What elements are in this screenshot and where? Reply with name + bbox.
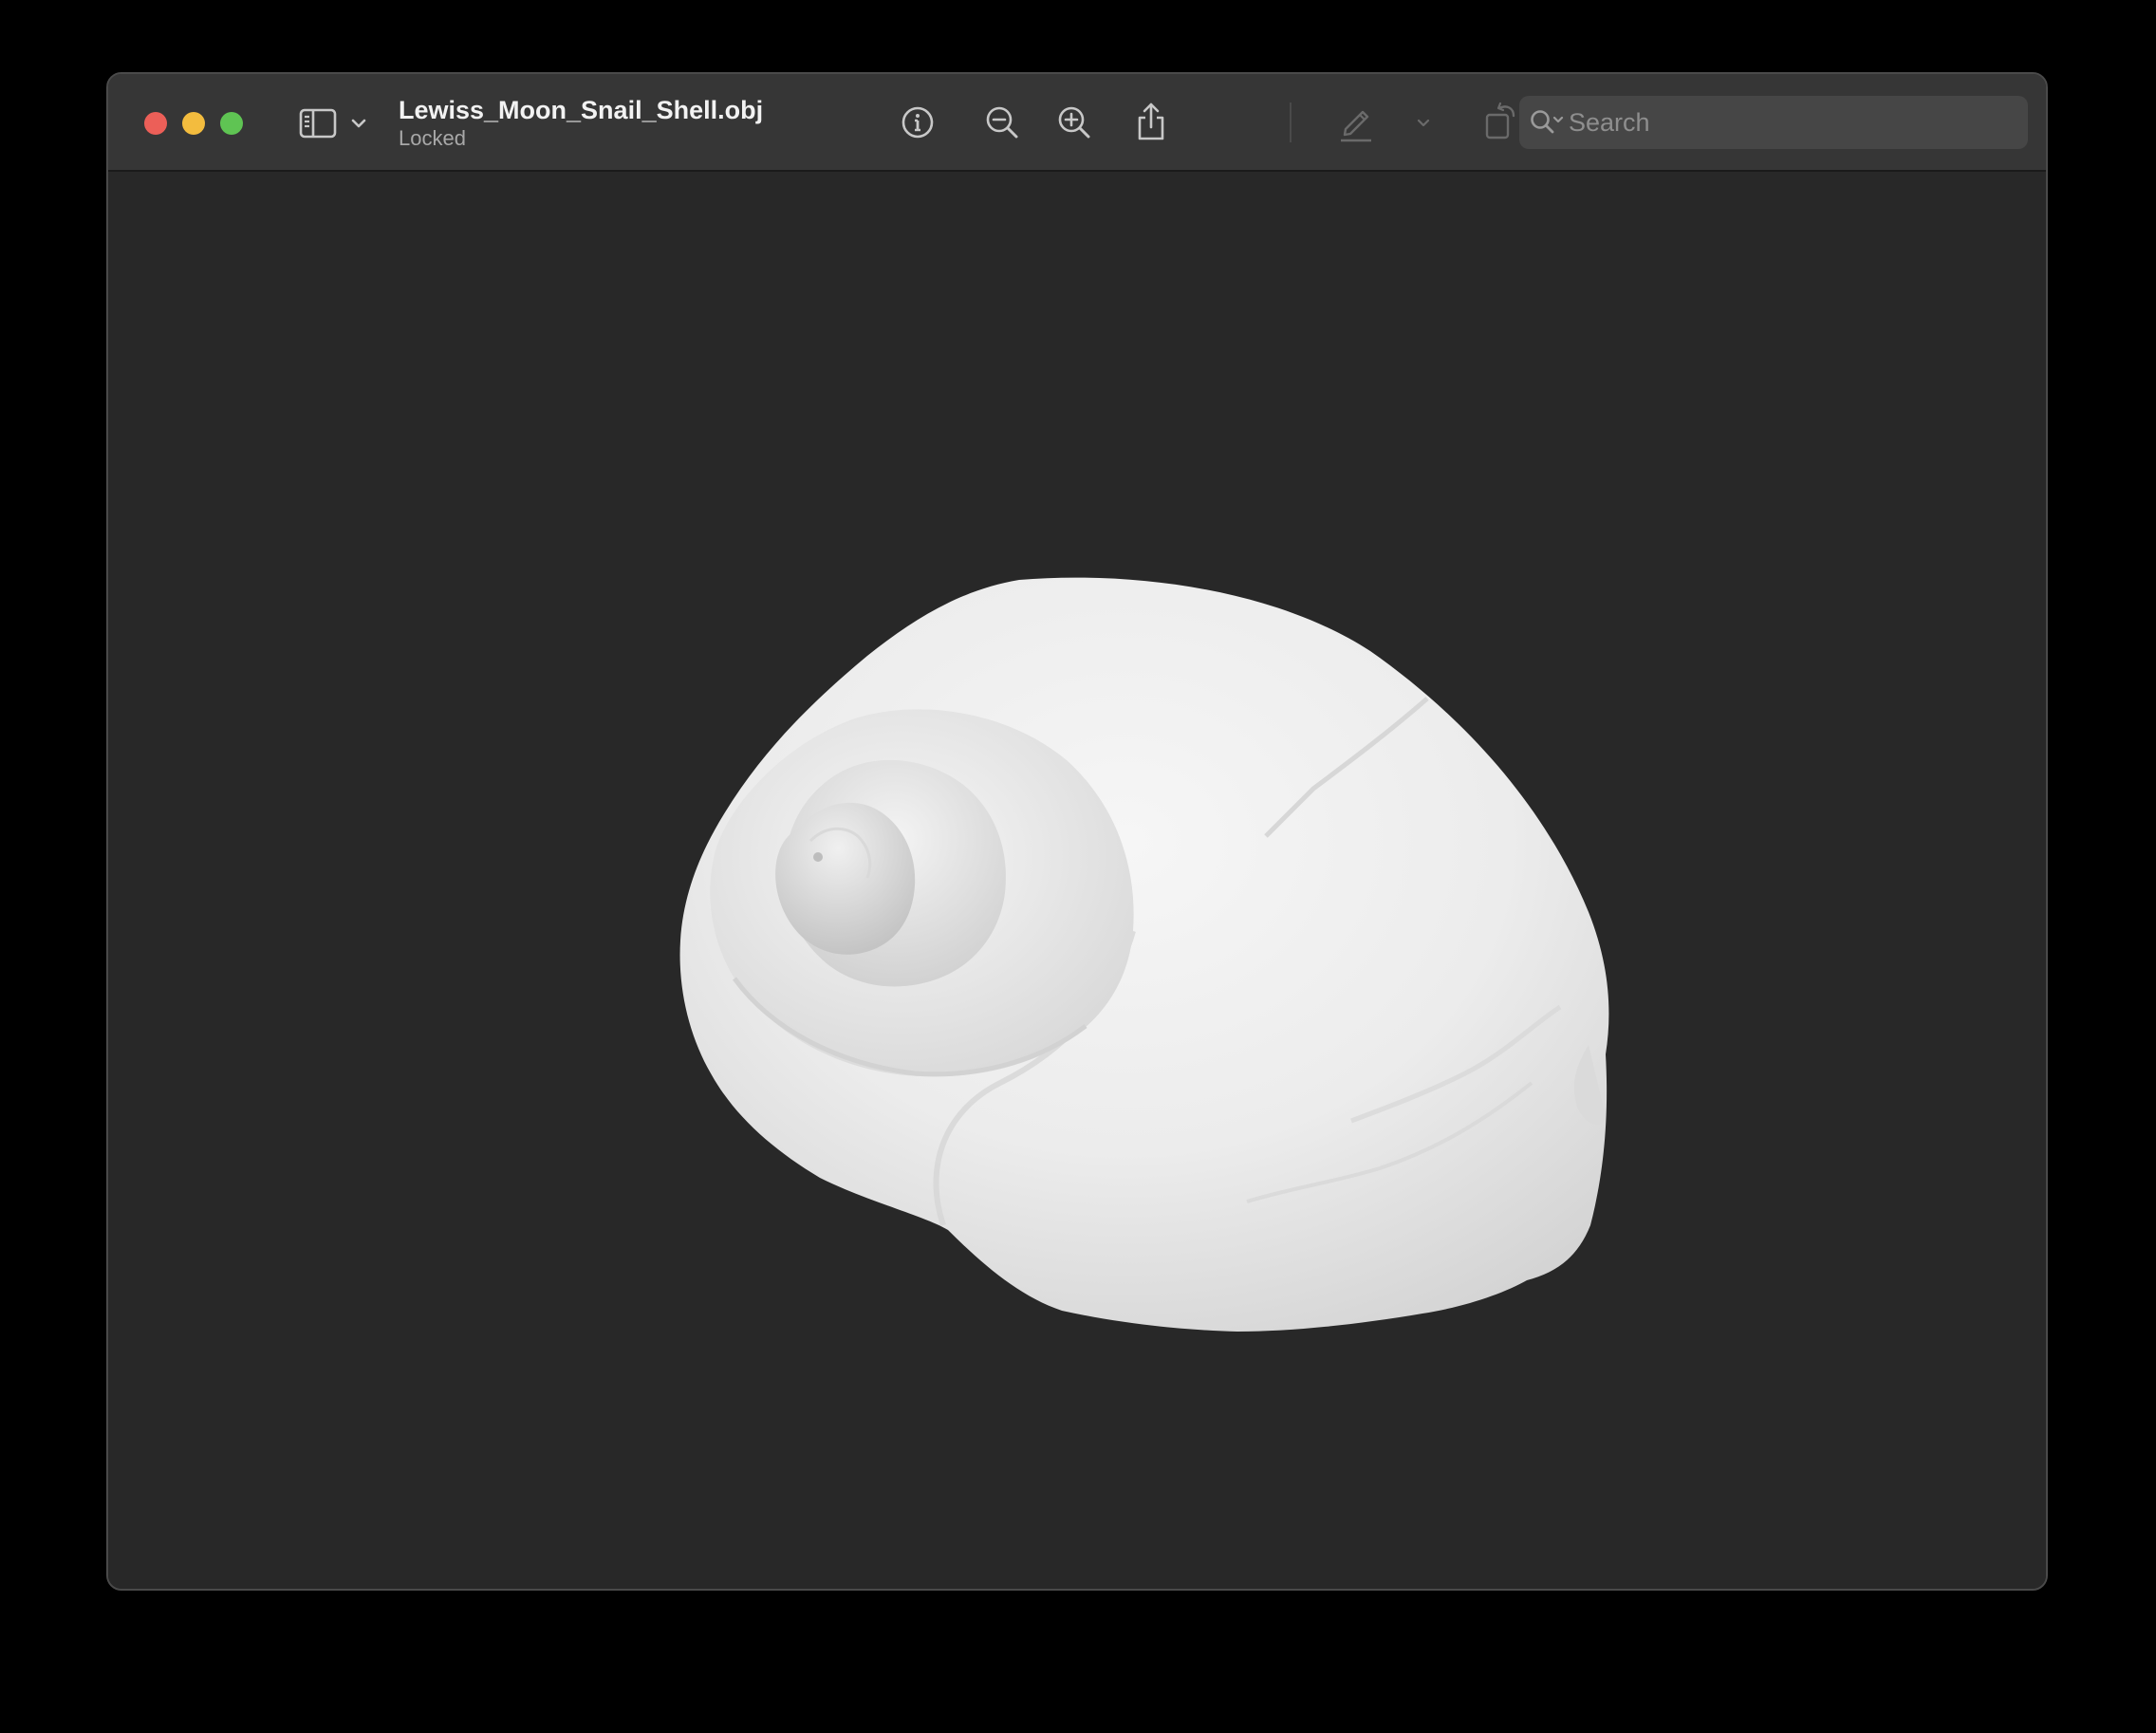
rotate-icon: [1482, 100, 1518, 141]
search-field[interactable]: [1519, 96, 2028, 149]
document-title-block: Lewiss_Moon_Snail_Shell.obj Locked: [399, 95, 763, 152]
info-icon: [901, 105, 935, 140]
sidebar-icon: [299, 108, 337, 139]
close-window-button[interactable]: [144, 112, 167, 135]
preview-window: Lewiss_Moon_Snail_Shell.obj Locked: [106, 72, 2048, 1591]
minimize-window-button[interactable]: [182, 112, 205, 135]
snail-shell-model[interactable]: [108, 172, 2048, 1591]
zoom-out-button[interactable]: [982, 102, 1022, 142]
markup-pen-icon: [1338, 102, 1374, 142]
rotate-button[interactable]: [1480, 99, 1520, 142]
share-button[interactable]: [1131, 99, 1171, 144]
maximize-window-button[interactable]: [220, 112, 243, 135]
share-icon: [1134, 101, 1168, 142]
chevron-down-icon: [350, 118, 367, 129]
document-title[interactable]: Lewiss_Moon_Snail_Shell.obj: [399, 95, 763, 125]
chevron-down-icon: [1416, 119, 1431, 128]
search-icon: [1529, 108, 1567, 141]
markup-button[interactable]: [1336, 101, 1376, 144]
document-status: Locked: [399, 126, 466, 150]
info-button[interactable]: [898, 102, 938, 142]
zoom-in-button[interactable]: [1054, 102, 1094, 142]
sidebar-options-button[interactable]: [347, 112, 370, 135]
sidebar-toggle-button[interactable]: [296, 102, 340, 144]
markup-options-button[interactable]: [1412, 112, 1435, 135]
model-viewport[interactable]: [108, 172, 2048, 1591]
zoom-in-icon: [1056, 104, 1092, 140]
toolbar-divider: [1290, 102, 1292, 142]
zoom-out-icon: [984, 104, 1020, 140]
search-input[interactable]: [1569, 96, 2015, 149]
title-bar[interactable]: Lewiss_Moon_Snail_Shell.obj Locked: [108, 74, 2046, 172]
